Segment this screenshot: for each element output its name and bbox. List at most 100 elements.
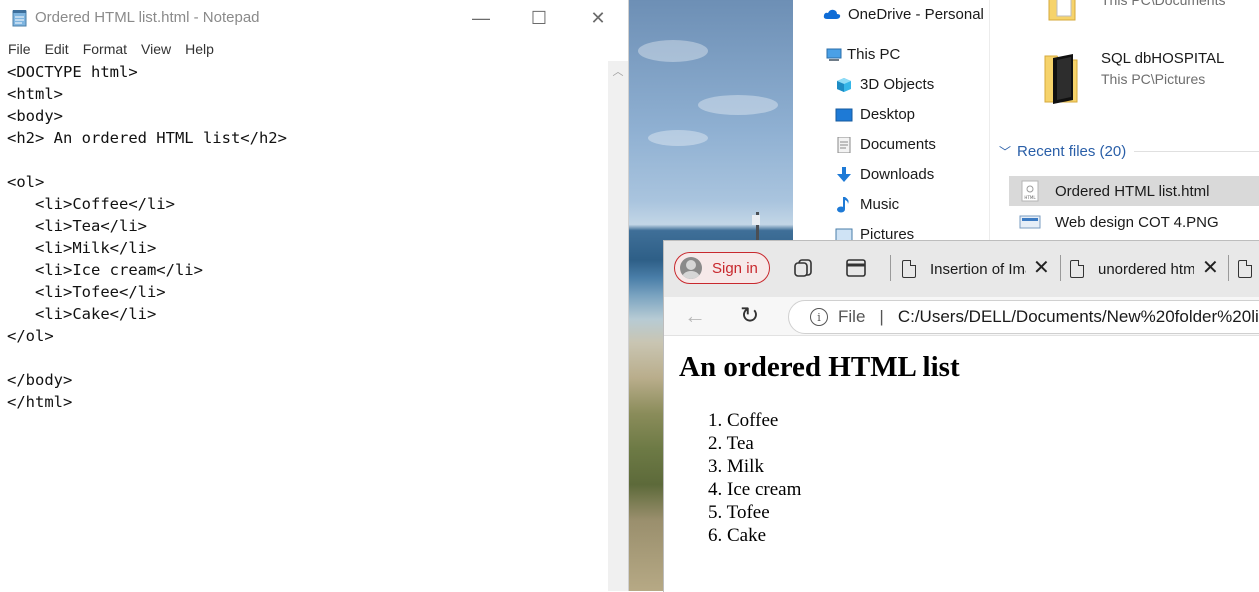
code-line: <ol> <box>7 173 45 191</box>
code-line: <html> <box>7 85 63 103</box>
browser-tab-bar: Sign in Insertion of Images ✕ unordered … <box>664 241 1259 297</box>
pinned-folder-path: This PC\Documents <box>1101 0 1226 8</box>
back-arrow-icon[interactable]: ← <box>684 303 706 329</box>
notepad-window: Ordered HTML list.html - Notepad — ☐ ✕ F… <box>0 0 629 591</box>
ordered-list: 1. Coffee 2. Tea 3. Milk 4. Ice cream 5. Tof… <box>708 409 801 547</box>
menu-edit[interactable]: Edit <box>37 38 75 60</box>
folder-icon[interactable] <box>1043 52 1079 104</box>
code-line: </ol> <box>7 327 54 345</box>
music-icon <box>837 196 849 212</box>
close-button[interactable]: ✕ <box>569 0 627 36</box>
url-divider: | <box>879 307 884 326</box>
url-text[interactable]: C:/Users/DELL/Documents/New%20folder%20l… <box>898 307 1259 327</box>
code-line: <li>Cake</li> <box>7 305 157 323</box>
page-icon <box>1070 260 1084 278</box>
vertical-scrollbar[interactable]: ︿ <box>608 61 628 591</box>
recent-files-header[interactable]: ﹀ Recent files (20) <box>999 141 1259 161</box>
recent-file-row[interactable]: HTML Ordered HTML list.html <box>1009 176 1259 206</box>
list-item: 2. Tea <box>708 432 801 455</box>
recent-file-row[interactable]: Web design COT 4.PNG <box>1009 207 1259 237</box>
code-line: <DOCTYPE html> <box>7 63 138 81</box>
tab-separator <box>1060 255 1061 281</box>
3d-objects-icon <box>837 77 851 92</box>
nav-item-onedrive[interactable]: OneDrive - Personal <box>823 6 984 23</box>
nav-item-label: 3D Objects <box>860 76 935 93</box>
list-item-number: 5. <box>708 502 727 523</box>
code-line: <li>Tea</li> <box>7 217 147 235</box>
tab-title: Insertion of Images <box>930 260 1026 278</box>
recent-file-name: Web design COT 4.PNG <box>1055 213 1219 231</box>
notepad-text-area[interactable]: <DOCTYPE html> <html> <body> <h2> An ord… <box>0 61 608 591</box>
close-tab-icon[interactable]: ✕ <box>1202 255 1219 280</box>
pinned-folder-path: This PC\Pictures <box>1101 71 1206 87</box>
quick-access-content: This PC\Documents SQL dbHOSPITAL This PC… <box>989 0 1259 240</box>
close-tab-icon[interactable]: ✕ <box>1033 255 1050 280</box>
nav-item-label: Desktop <box>860 106 916 123</box>
collections-icon[interactable] <box>792 256 816 280</box>
list-item-number: 2. <box>708 433 727 454</box>
pinned-folder-name[interactable]: SQL dbHOSPITAL <box>1101 50 1224 67</box>
minimize-icon: — <box>472 7 490 28</box>
address-toolbar: ← ↻ i File | C:/Users/DELL/Documents/New… <box>664 297 1259 336</box>
notepad-titlebar[interactable]: Ordered HTML list.html - Notepad — ☐ ✕ <box>0 0 628 36</box>
list-item-text: Cake <box>727 525 767 546</box>
nav-item-documents[interactable]: Documents <box>835 136 936 153</box>
menu-view[interactable]: View <box>133 38 177 60</box>
list-item-number: 1. <box>708 410 727 431</box>
scroll-up-arrow-icon[interactable]: ︿ <box>608 61 628 81</box>
image-file-icon <box>1019 215 1041 229</box>
tab-actions-icon[interactable] <box>844 256 868 280</box>
chevron-down-icon: ﹀ <box>999 144 1012 159</box>
list-item: 6. Cake <box>708 524 801 547</box>
browser-tab[interactable]: Insertion of Images <box>902 253 1046 285</box>
page-icon <box>902 260 916 278</box>
close-icon: ✕ <box>590 7 606 28</box>
notepad-title: Ordered HTML list.html - Notepad <box>35 9 260 26</box>
downloads-icon <box>837 166 851 182</box>
menu-format[interactable]: Format <box>75 38 133 60</box>
maximize-button[interactable]: ☐ <box>510 0 568 36</box>
onedrive-cloud-icon <box>823 9 841 19</box>
documents-icon <box>837 136 851 153</box>
svg-text:HTML: HTML <box>1024 195 1036 200</box>
list-item: 5. Tofee <box>708 501 801 524</box>
profile-avatar-icon <box>680 257 702 279</box>
info-icon[interactable]: i <box>810 308 828 326</box>
rendered-page: An ordered HTML list 1. Coffee 2. Tea 3. M… <box>664 337 1259 592</box>
list-item-text: Tofee <box>726 502 770 523</box>
refresh-icon[interactable]: ↻ <box>740 302 759 329</box>
browser-tab[interactable] <box>1238 253 1259 285</box>
address-bar[interactable]: i File | C:/Users/DELL/Documents/New%20f… <box>788 300 1259 334</box>
nav-item-music[interactable]: Music <box>835 196 899 213</box>
browser-tab[interactable]: unordered html list <box>1070 253 1200 285</box>
navigation-pane: OneDrive - Personal This PC 3D Objects D… <box>793 0 990 243</box>
menu-help[interactable]: Help <box>177 38 220 60</box>
menu-file[interactable]: File <box>0 38 37 60</box>
recent-files-label: Recent files (20) <box>1017 142 1127 160</box>
list-item-text: Milk <box>727 456 764 477</box>
section-divider <box>1134 150 1259 152</box>
code-line: <li>Milk</li> <box>7 239 157 257</box>
folder-icon <box>1048 0 1076 21</box>
tab-separator <box>1228 255 1229 281</box>
nav-item-downloads[interactable]: Downloads <box>835 166 934 183</box>
list-item: 3. Milk <box>708 455 801 478</box>
nav-item-this-pc[interactable]: This PC <box>825 46 900 63</box>
minimize-button[interactable]: — <box>452 0 510 36</box>
list-item-number: 3. <box>708 456 727 477</box>
list-item-number: 6. <box>708 525 727 546</box>
computer-icon <box>826 48 842 61</box>
list-item-text: Coffee <box>727 410 779 431</box>
nav-item-desktop[interactable]: Desktop <box>835 106 915 123</box>
nav-item-3d-objects[interactable]: 3D Objects <box>835 76 934 93</box>
sign-in-label: Sign in <box>712 259 758 277</box>
page-icon <box>1238 260 1252 278</box>
sign-in-button[interactable]: Sign in <box>674 252 770 284</box>
notepad-menubar: File Edit Format View Help <box>0 38 220 60</box>
notepad-app-icon <box>12 10 27 27</box>
code-line: <body> <box>7 107 63 125</box>
html-file-icon: HTML <box>1021 180 1039 202</box>
url-scheme-label: File <box>838 307 866 326</box>
nav-item-label: Music <box>860 196 900 213</box>
